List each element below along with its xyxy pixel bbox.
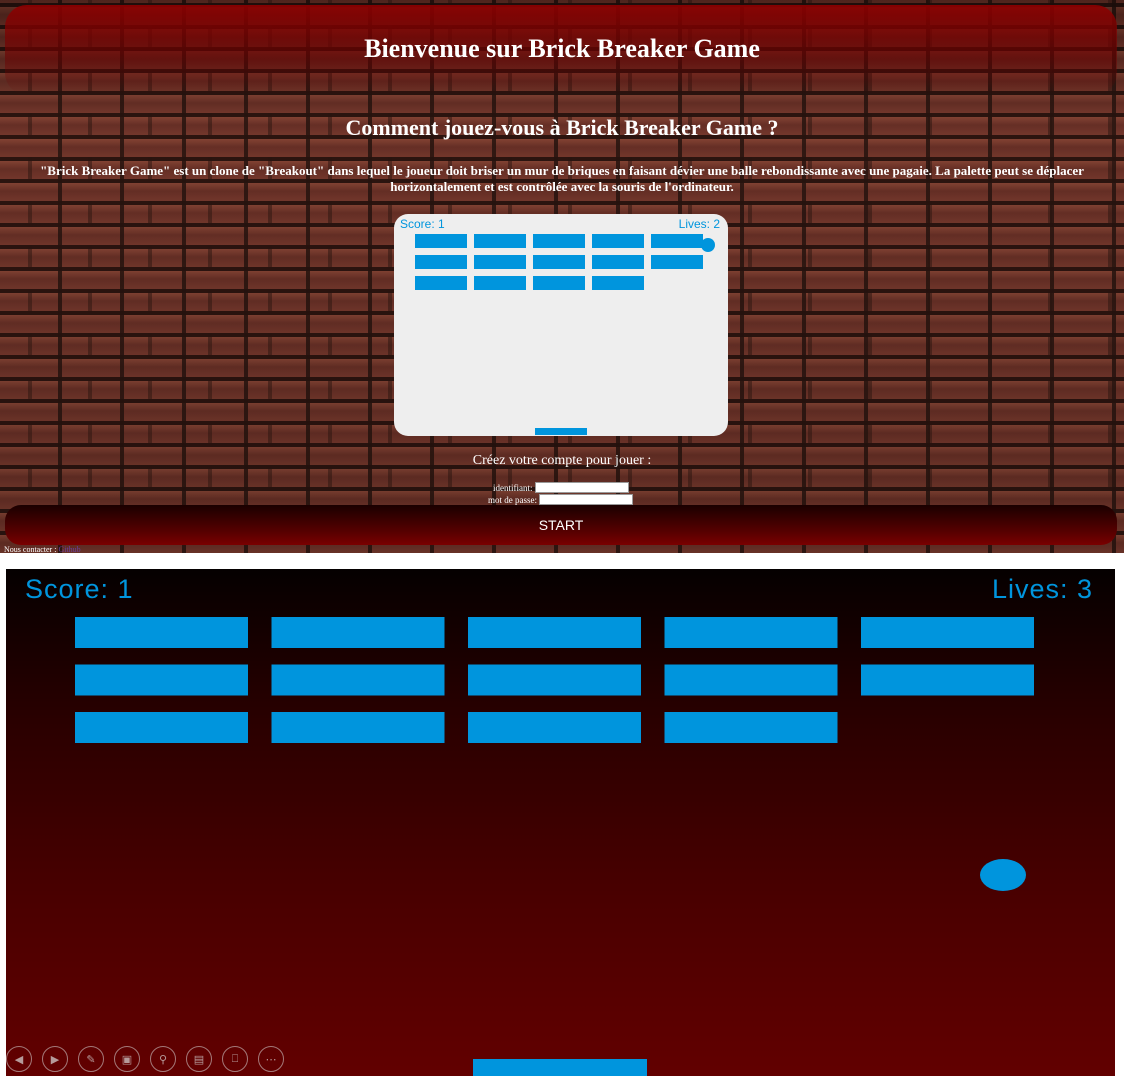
big-game-canvas[interactable]: Score: 1 Lives: 3 (6, 569, 1115, 1076)
mini-lives: Lives: 2 (678, 217, 720, 231)
brick (271, 712, 445, 743)
brick (592, 276, 644, 290)
brick (415, 255, 467, 269)
how-to-play-description: "Brick Breaker Game" est un clone de "Br… (40, 163, 1084, 194)
zoom-icon[interactable]: ⚲ (150, 1046, 176, 1072)
brick (468, 617, 641, 648)
brick (474, 234, 526, 248)
brick (415, 276, 467, 290)
paddle (473, 1059, 647, 1076)
brick (75, 617, 248, 648)
password-label: mot de passe: (488, 494, 537, 505)
brick (592, 234, 644, 248)
mini-game-canvas[interactable]: Score: 1 Lives: 2 (394, 214, 728, 436)
brick (861, 664, 1034, 696)
more-icon[interactable]: ⋯ (258, 1046, 284, 1072)
brick (533, 255, 585, 269)
mini-game-field (415, 234, 715, 435)
camera-off-icon[interactable]: ⎕ (222, 1046, 248, 1072)
brick (592, 255, 644, 269)
big-game-field (75, 617, 1034, 1076)
brick (664, 712, 838, 743)
slides-icon[interactable]: ▣ (114, 1046, 140, 1072)
subtitles-icon[interactable]: ▤ (186, 1046, 212, 1072)
brick (474, 255, 526, 269)
ball (980, 859, 1026, 891)
brick (271, 664, 445, 696)
brick (861, 617, 1034, 648)
big-score: Score: 1 (25, 574, 134, 604)
identifiant-row: identifiant: (493, 482, 629, 494)
brick (468, 664, 641, 696)
brick (664, 617, 838, 648)
identifiant-label: identifiant: (493, 482, 533, 493)
brick (75, 712, 248, 743)
paddle (535, 428, 587, 435)
footer-text: Nous contacter : (4, 545, 57, 553)
previous-icon[interactable]: ◀ (6, 1046, 32, 1072)
identifiant-input[interactable] (534, 482, 629, 494)
brick (474, 276, 526, 290)
footer: Nous contacter : Github (4, 545, 81, 553)
how-to-play-title: Comment jouez-vous à Brick Breaker Game … (345, 115, 779, 140)
brick (415, 234, 467, 248)
page-title: Bienvenue sur Brick Breaker Game (364, 34, 760, 63)
pen-icon[interactable]: ✎ (78, 1046, 104, 1072)
brick (75, 664, 248, 696)
slideshow-toolbar: ◀ ▶ ✎ ▣ ⚲ ▤ ⎕ ⋯ (6, 1046, 284, 1076)
big-lives: Lives: 3 (991, 574, 1093, 604)
brick (651, 234, 703, 248)
web-page-screenshot: Bienvenue sur Brick Breaker Game Comment… (0, 0, 1124, 553)
mini-score: Score: 1 (400, 217, 445, 231)
brick (533, 234, 585, 248)
start-button[interactable]: START (5, 505, 1117, 545)
password-row: mot de passe: (488, 494, 633, 506)
next-icon[interactable]: ▶ (42, 1046, 68, 1072)
brick (651, 255, 703, 269)
brick (468, 712, 641, 743)
brick (271, 617, 445, 648)
brick (533, 276, 585, 290)
password-input[interactable] (539, 494, 633, 506)
brick (664, 664, 838, 696)
ball (701, 238, 715, 252)
signup-prompt: Créez votre compte pour jouer : (472, 453, 652, 468)
github-link[interactable]: Github (58, 545, 80, 553)
